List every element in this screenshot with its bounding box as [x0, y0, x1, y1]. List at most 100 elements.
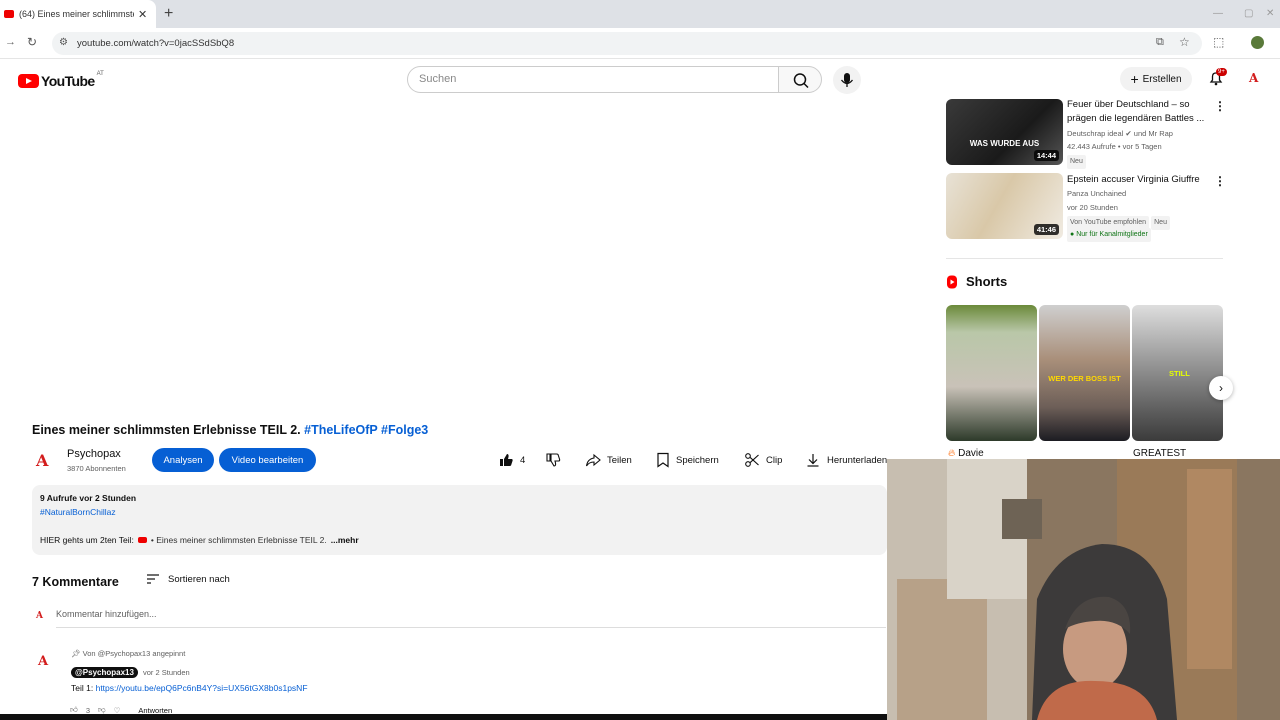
save-button[interactable]: Speichern [656, 448, 719, 472]
plus-icon: + [1130, 71, 1139, 87]
comment-time[interactable]: vor 2 Stunden [143, 668, 190, 677]
shorts-heading: Shorts [946, 274, 1007, 289]
microphone-icon [840, 73, 854, 87]
new-badge: Neu [1067, 154, 1086, 169]
short-thumbnail[interactable]: STILL [1132, 305, 1223, 441]
youtube-mini-icon [137, 537, 147, 543]
shorts-next-button[interactable]: › [1209, 376, 1233, 400]
account-avatar[interactable]: A [1249, 71, 1258, 85]
related-video-title[interactable]: Feuer über Deutschland – so prägen die l… [1067, 98, 1209, 126]
comment-author[interactable]: @Psychopax13 [71, 667, 138, 678]
linked-video-text[interactable]: • Eines meiner schlimmsten Erlebnisse TE… [151, 535, 327, 545]
webcam-overlay [887, 459, 1280, 720]
pinned-note: 📌︎ Von @Psychopax13 angepinnt [71, 649, 186, 658]
install-app-icon[interactable]: ⧉ [1156, 36, 1164, 49]
youtube-logo[interactable]: YouTube AT [18, 71, 104, 89]
shorts-icon [947, 275, 957, 288]
share-icon [585, 453, 601, 467]
divider [946, 258, 1223, 259]
description-text: HIER gehts um 2ten Teil: • Eines meiner … [40, 535, 359, 545]
thumbs-up-icon [500, 454, 513, 466]
browser-tab-bar: (64) Eines meiner schlimmsten ✕ + — ▢ ✕ [0, 0, 1280, 28]
profile-avatar[interactable] [1251, 36, 1264, 49]
maximize-icon[interactable]: ▢ [1244, 8, 1253, 19]
related-video-title[interactable]: Epstein accuser Virginia Giuffre [1067, 173, 1209, 187]
video-title: Eines meiner schlimmsten Erlebnisse TEIL… [32, 423, 429, 437]
dislike-button[interactable] [545, 448, 561, 472]
bookmark-icon [657, 452, 669, 468]
short-overlay-text: WER DER BOSS IST [1048, 374, 1121, 383]
new-tab-button[interactable]: + [164, 5, 173, 23]
taskbar-edge [0, 714, 887, 720]
channel-name[interactable]: Psychopax [67, 448, 121, 460]
sort-icon [147, 574, 159, 584]
chevron-right-icon: › [1219, 381, 1223, 395]
browser-tab[interactable]: (64) Eines meiner schlimmsten ✕ [0, 0, 156, 28]
url-text[interactable]: youtube.com/watch?v=0jacSSdSbQ8 [77, 38, 234, 49]
comment-author-avatar[interactable]: A [38, 654, 48, 669]
notification-count-badge: 9+ [1216, 68, 1227, 76]
thumbs-down-icon [546, 453, 561, 467]
comment-link[interactable]: https://youtu.be/epQ6Pc6nB4Y?si=UX56tGX8… [96, 683, 308, 693]
thumbnail-text: WAS WURDE AUS [969, 139, 1040, 148]
minimize-icon[interactable]: — [1213, 8, 1223, 19]
reload-icon[interactable]: ↻ [27, 35, 37, 49]
site-info-icon[interactable]: ⚙ [59, 37, 68, 48]
add-comment-input[interactable]: Kommentar hinzufügen... [56, 609, 886, 628]
related-video-thumbnail[interactable]: 41:46 [946, 173, 1063, 239]
description-hashtag[interactable]: #NaturalBornChillaz [40, 507, 116, 517]
short-thumbnail[interactable]: WER DER BOSS IST [1039, 305, 1130, 441]
share-button[interactable]: Teilen [585, 448, 632, 472]
tab-close-icon[interactable]: ✕ [138, 8, 147, 21]
clip-button[interactable]: Clip [744, 448, 782, 472]
download-button[interactable]: Herunterladen [805, 448, 887, 472]
related-video-channel[interactable]: Deutschrap ideal ✔ und Mr Rap [1067, 127, 1173, 141]
related-video-stats: 42.443 Aufrufe • vor 5 Tagen [1067, 142, 1162, 151]
short-label[interactable]: GREATEST [1133, 448, 1186, 459]
channel-avatar[interactable]: A [36, 451, 48, 470]
short-thumbnail[interactable] [946, 305, 1037, 441]
comment-text: Teil 1: https://youtu.be/epQ6Pc6nB4Y?si=… [71, 683, 308, 693]
scissors-icon [745, 453, 759, 467]
pin-icon: 📌︎ [71, 649, 83, 658]
bookmark-star-icon[interactable]: ☆ [1179, 35, 1190, 49]
analytics-button[interactable]: Analysen [152, 448, 214, 472]
youtube-favicon-icon [4, 10, 14, 18]
sort-button[interactable]: Sortieren nach [146, 573, 230, 585]
comment-count: 7 Kommentare [32, 575, 119, 589]
like-count: 4 [520, 454, 526, 466]
more-actions-icon[interactable]: ⋮ [1214, 99, 1226, 113]
my-avatar: A [36, 611, 43, 621]
search-input[interactable]: Suchen [407, 66, 779, 93]
search-icon [793, 73, 809, 89]
short-overlay-text: STILL [1169, 369, 1190, 378]
show-more-link[interactable]: ...mehr [331, 535, 359, 545]
related-video-thumbnail[interactable]: WAS WURDE AUS 14:44 [946, 99, 1063, 165]
create-button[interactable]: + Erstellen [1120, 67, 1192, 91]
related-video-stats: vor 20 Stunden [1067, 203, 1118, 212]
video-duration: 41:46 [1033, 224, 1059, 235]
notifications-button[interactable]: 9+ [1208, 68, 1227, 91]
short-label[interactable]: 🔥︎ Davie [948, 448, 984, 459]
voice-search-button[interactable] [833, 66, 861, 94]
members-only-badge: ● Nur für Kanalmitglieder [1067, 227, 1151, 242]
more-actions-icon[interactable]: ⋮ [1214, 174, 1226, 188]
edit-video-button[interactable]: Video bearbeiten [219, 448, 316, 472]
download-icon [807, 454, 819, 467]
related-video-channel[interactable]: Panza Unchained [1067, 187, 1126, 201]
close-window-icon[interactable]: ✕ [1266, 8, 1274, 19]
tab-title: (64) Eines meiner schlimmsten [19, 9, 134, 19]
video-duration: 14:44 [1033, 150, 1059, 161]
fire-icon: 🔥︎ [948, 448, 956, 459]
subscriber-count: 3870 Abonnenten [67, 464, 126, 473]
extensions-icon[interactable]: ⬚ [1213, 35, 1224, 49]
forward-icon[interactable]: → [5, 36, 16, 48]
youtube-play-icon [18, 74, 39, 88]
verified-icon: ✔ [1125, 129, 1132, 138]
like-button[interactable]: 4 [498, 448, 525, 472]
title-hashtags[interactable]: #TheLifeOfP #Folge3 [304, 423, 428, 437]
webcam-image [887, 459, 1280, 720]
view-count-and-date: 9 Aufrufe vor 2 Stunden [40, 493, 137, 503]
search-button[interactable] [778, 66, 822, 93]
members-icon: ● [1070, 231, 1075, 238]
